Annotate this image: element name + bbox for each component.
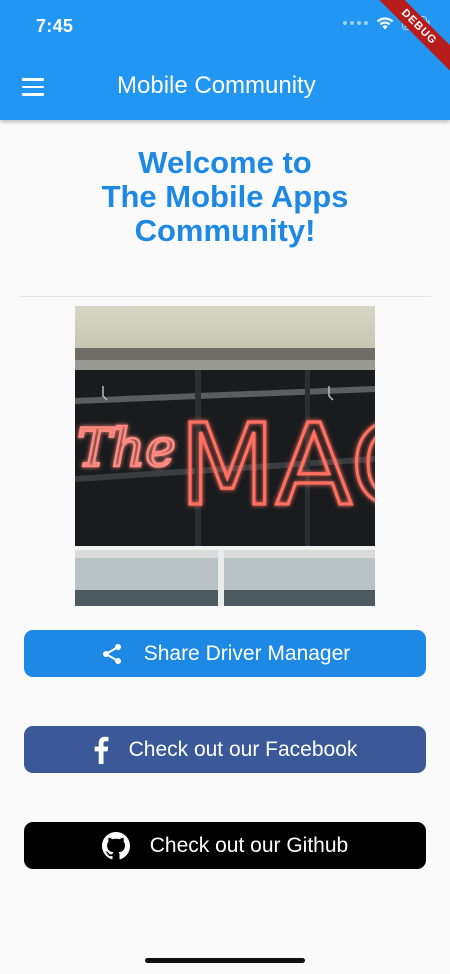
wifi-icon xyxy=(376,17,394,30)
github-icon xyxy=(101,831,130,860)
welcome-line-3: Community! xyxy=(134,213,316,248)
app-screen: 7:45 DEBUG Mobile Community Welcome to T… xyxy=(0,0,450,974)
status-time: 7:45 xyxy=(36,16,74,36)
cellular-signal-icon xyxy=(343,21,368,25)
divider xyxy=(20,296,431,297)
app-title: Mobile Community xyxy=(117,72,316,99)
welcome-heading: Welcome to The Mobile Apps Community! xyxy=(0,146,450,248)
facebook-button[interactable]: Check out our Facebook xyxy=(24,726,426,773)
share-button-label: Share Driver Manager xyxy=(143,641,351,665)
facebook-button-label: Check out our Facebook xyxy=(128,737,358,761)
welcome-line-1: Welcome to xyxy=(138,145,312,180)
community-photo: The MAC xyxy=(75,306,375,606)
github-button-label: Check out our Github xyxy=(149,833,349,857)
app-bar: 7:45 DEBUG Mobile Community xyxy=(0,0,450,120)
svg-text:MAC: MAC xyxy=(179,401,375,531)
home-indicator[interactable] xyxy=(145,958,305,963)
github-button[interactable]: Check out our Github xyxy=(24,822,426,869)
share-button[interactable]: Share Driver Manager xyxy=(24,630,426,677)
debug-banner: DEBUG xyxy=(366,0,450,80)
hamburger-menu-icon[interactable] xyxy=(22,78,46,96)
facebook-icon xyxy=(93,736,109,764)
share-icon xyxy=(100,642,124,666)
welcome-line-2: The Mobile Apps xyxy=(101,179,349,214)
svg-text:The: The xyxy=(77,419,176,479)
